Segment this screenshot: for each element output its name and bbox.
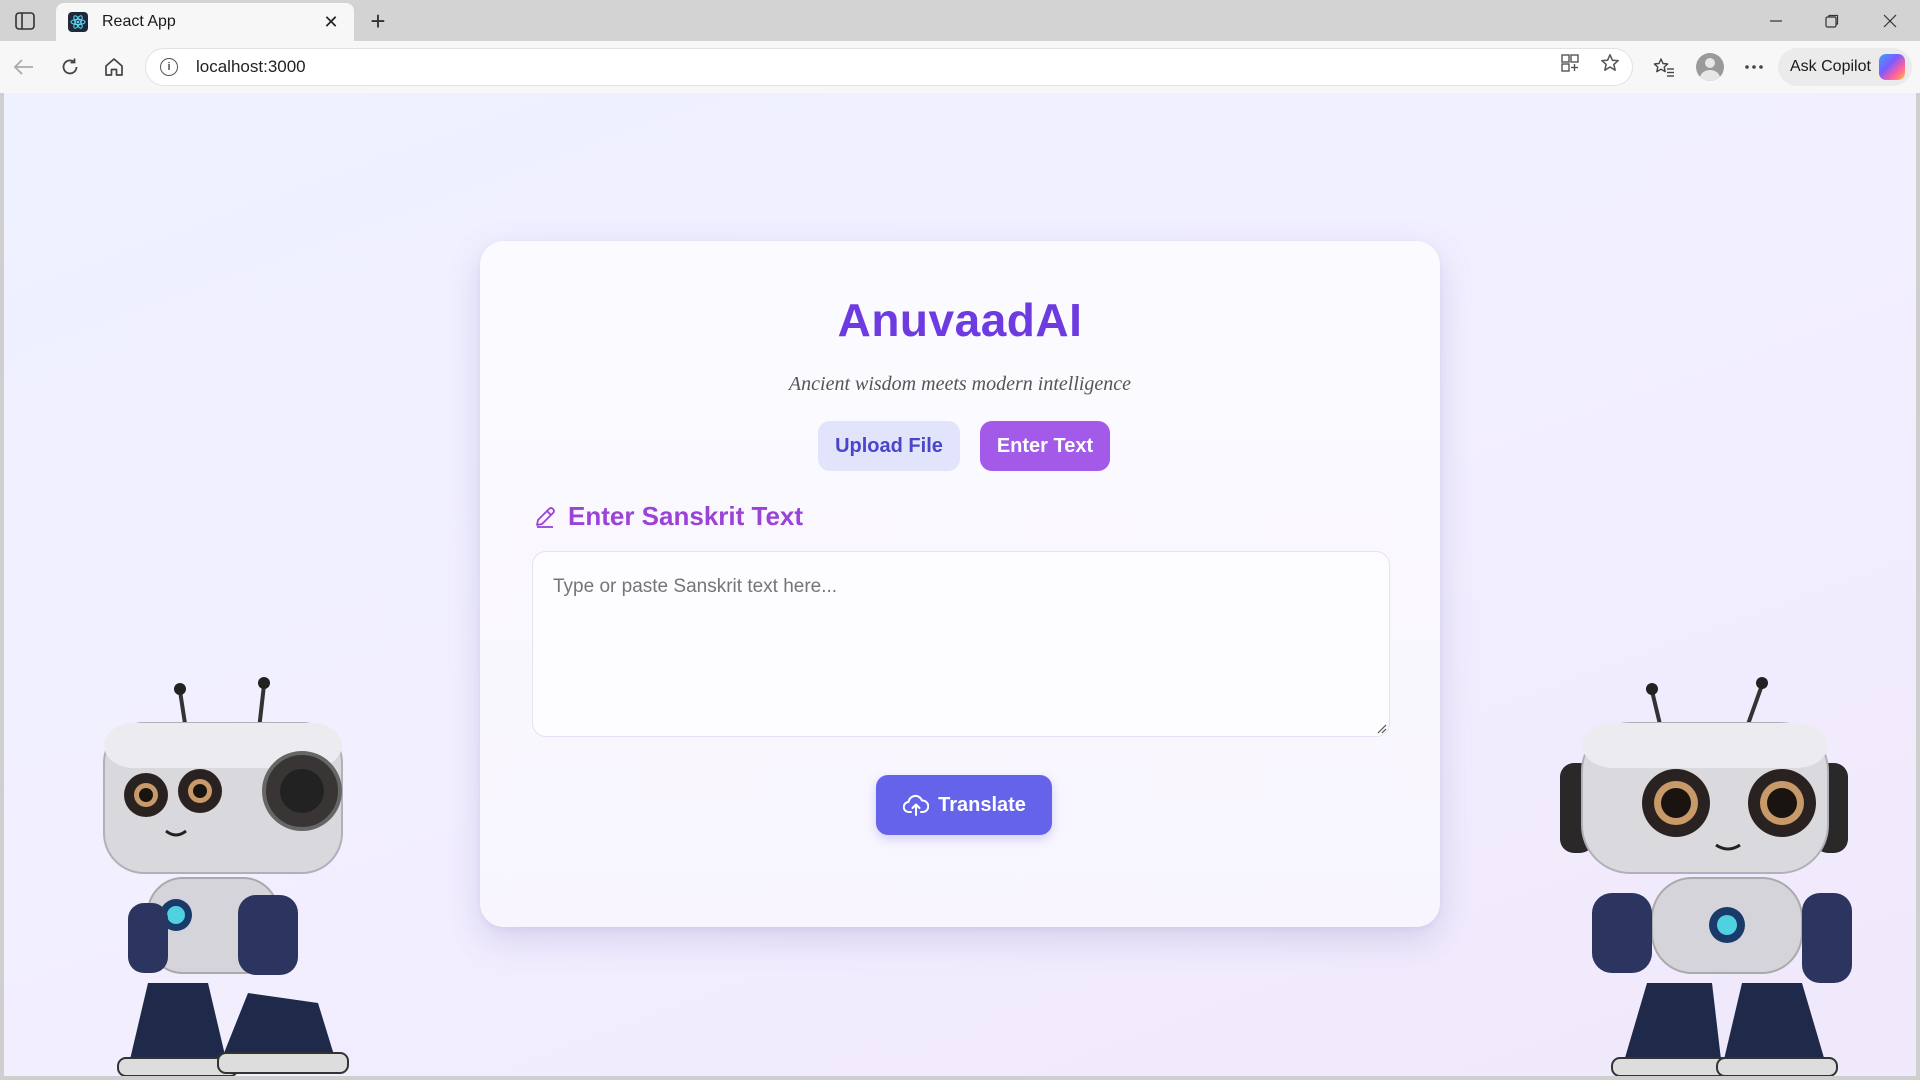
resize-grip-icon[interactable]: [1377, 724, 1387, 734]
close-window-icon[interactable]: [1870, 6, 1910, 36]
new-tab-icon[interactable]: +: [364, 6, 392, 36]
translate-button[interactable]: Translate: [876, 775, 1052, 835]
favorite-star-icon[interactable]: [1596, 49, 1624, 77]
browser-tab[interactable]: React App ✕: [56, 3, 354, 41]
url-text: localhost:3000: [196, 57, 306, 76]
tab-bar: React App ✕ +: [0, 0, 1920, 41]
pencil-icon: [532, 504, 558, 530]
copilot-icon: [1878, 54, 1905, 80]
sidebar-toggle-icon[interactable]: [12, 8, 38, 34]
robot-illustration-left: [103, 677, 349, 1076]
home-icon[interactable]: [100, 53, 128, 81]
app-tagline: Ancient wisdom meets modern intelligence: [788, 373, 1132, 395]
section-header: Enter Sanskrit Text: [532, 501, 803, 532]
app-available-icon[interactable]: [1556, 49, 1584, 77]
more-options-icon[interactable]: [1740, 53, 1768, 81]
minimize-icon[interactable]: [1756, 6, 1796, 36]
site-info-icon[interactable]: i: [160, 58, 178, 76]
copilot-label: Ask Copilot: [1790, 58, 1871, 75]
translate-label: Translate: [938, 793, 1026, 816]
close-tab-icon[interactable]: ✕: [320, 11, 342, 33]
sanskrit-text-input[interactable]: [532, 551, 1390, 737]
ask-copilot-button[interactable]: Ask Copilot: [1778, 48, 1912, 86]
section-label: Enter Sanskrit Text: [568, 501, 804, 531]
profile-avatar[interactable]: [1696, 53, 1724, 81]
browser-toolbar: i localhost:3000 Ask Copilot: [0, 41, 1920, 93]
translator-card: AnuvaadAI Ancient wisdom meets modern in…: [480, 241, 1440, 927]
refresh-icon[interactable]: [56, 53, 84, 81]
app-title: AnuvaadAI: [837, 294, 1083, 346]
restore-icon[interactable]: [1812, 6, 1852, 36]
upload-file-button[interactable]: Upload File: [818, 421, 960, 471]
robot-illustration-right: [1560, 677, 1852, 1076]
favorites-icon[interactable]: [1650, 53, 1678, 81]
tab-title: React App: [102, 13, 176, 30]
cloud-upload-icon: [902, 791, 930, 819]
enter-text-button[interactable]: Enter Text: [980, 421, 1110, 471]
address-bar[interactable]: i localhost:3000: [145, 48, 1633, 86]
back-icon[interactable]: [10, 53, 38, 81]
react-icon: [68, 12, 88, 32]
app-viewport: AnuvaadAI Ancient wisdom meets modern in…: [4, 93, 1916, 1076]
